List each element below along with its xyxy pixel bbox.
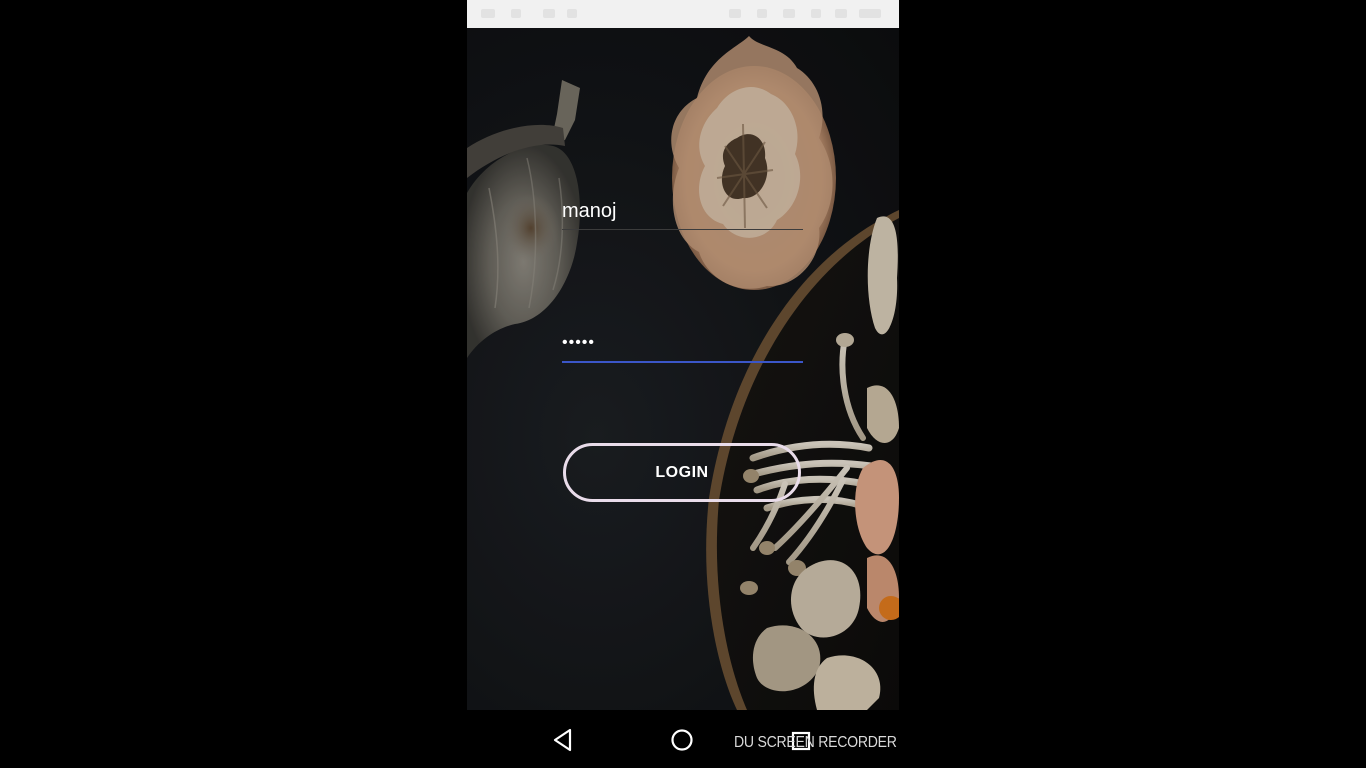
login-screen: LOGIN bbox=[467, 28, 899, 710]
home-button[interactable] bbox=[669, 727, 695, 753]
status-bar bbox=[467, 0, 899, 28]
username-input[interactable] bbox=[562, 200, 803, 229]
username-underline bbox=[562, 229, 803, 230]
username-field-container bbox=[562, 200, 803, 230]
password-input[interactable] bbox=[562, 334, 803, 361]
screen-recorder-watermark: DU SCREEN RECORDER bbox=[734, 734, 897, 751]
login-button[interactable]: LOGIN bbox=[563, 443, 801, 502]
password-underline-focused bbox=[562, 361, 803, 363]
home-circle-icon bbox=[671, 729, 693, 751]
back-triangle-icon bbox=[553, 728, 572, 752]
mushroom-background-image bbox=[467, 28, 899, 710]
phone-screen: LOGIN bbox=[467, 0, 899, 768]
password-field-container bbox=[562, 334, 803, 363]
back-button[interactable] bbox=[550, 727, 576, 753]
